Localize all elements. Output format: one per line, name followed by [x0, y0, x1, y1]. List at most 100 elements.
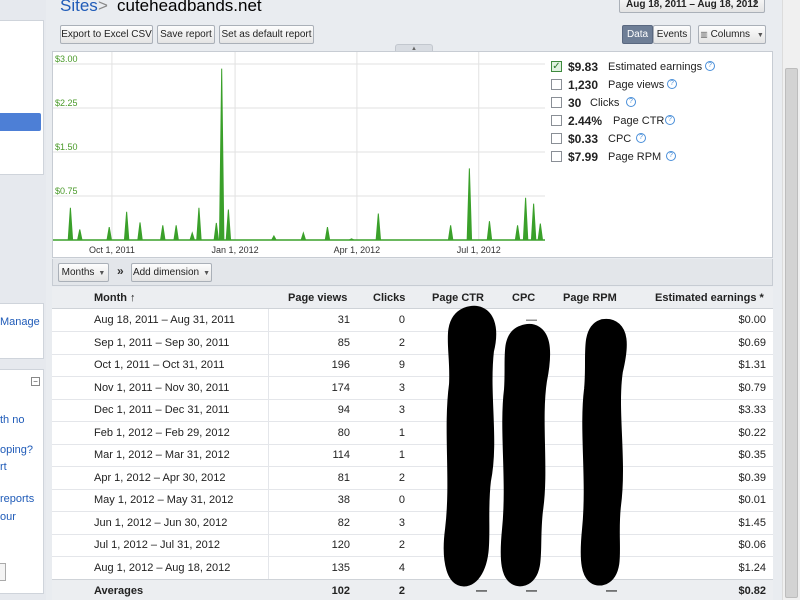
legend-value: 30 — [568, 96, 582, 110]
period-dropdown[interactable]: Months ▼ — [58, 263, 109, 282]
cell-page-views: 31 — [337, 314, 350, 326]
cell-estimated-earnings: $1.31 — [738, 359, 766, 371]
help-icon[interactable]: ? — [705, 61, 715, 71]
cell-month: May 1, 2012 – May 31, 2012 — [94, 494, 234, 506]
chevron-down-icon: ▼ — [756, 32, 764, 39]
left-sidebar: Manage − th no oping? rt reports our — [0, 0, 46, 600]
add-dimension-dropdown[interactable]: Add dimension ▼ — [131, 263, 212, 282]
cell-estimated-earnings: $0.00 — [738, 314, 766, 326]
cell-month: Mar 1, 2012 – Mar 31, 2012 — [94, 449, 230, 461]
table-row: Nov 1, 2011 – Nov 30, 2011 174 3 $0.79 — [52, 377, 773, 400]
data-view-tab[interactable]: Data — [622, 25, 653, 44]
cell-page-views: 85 — [337, 336, 350, 349]
manage-link[interactable]: Manage — [0, 316, 40, 328]
legend-label: Estimated earnings — [608, 61, 703, 73]
averages-estimated-earnings: $0.82 — [738, 585, 766, 597]
checkbox[interactable]: ✓ — [551, 61, 562, 72]
help-link-2[interactable]: oping? — [0, 444, 33, 456]
cell-page-views: 120 — [331, 539, 350, 551]
column-header-page-views[interactable]: Page views — [288, 292, 347, 304]
period-label: Months — [61, 267, 95, 278]
table-row: Aug 18, 2011 – Aug 31, 2011 31 0 — $0.00 — [52, 309, 773, 332]
column-header-month[interactable]: Month ↑ — [94, 292, 136, 304]
column-header-page-rpm[interactable]: Page RPM — [563, 292, 617, 304]
table-row: Aug 1, 2012 – Aug 18, 2012 135 4 $1.24 — [52, 557, 773, 580]
column-header-estimated-earnings[interactable]: Estimated earnings * — [655, 292, 764, 304]
help-icon[interactable]: ? — [626, 97, 636, 107]
column-header-cpc[interactable]: CPC — [512, 292, 535, 304]
breadcrumb-sites-link[interactable]: Sites — [60, 0, 98, 16]
cell-page-views: 94 — [337, 404, 350, 416]
cell-month: Feb 1, 2012 – Feb 29, 2012 — [94, 426, 230, 439]
help-icon[interactable]: ? — [667, 79, 677, 89]
checkbox[interactable] — [551, 79, 562, 90]
cell-clicks: 1 — [398, 449, 405, 461]
sidebar-manage-panel — [0, 303, 44, 359]
chart-panel: $0.75 $1.50 $2.25 $3.00 Oct 1, 2011 Jan 1, 20… — [52, 51, 773, 258]
cell-estimated-earnings: $0.79 — [738, 381, 766, 394]
sidebar-help-panel — [0, 369, 44, 594]
cell-estimated-earnings: $1.45 — [738, 516, 766, 529]
checkbox[interactable] — [551, 115, 562, 126]
cell-clicks: 2 — [398, 539, 405, 551]
page-scrollbar[interactable] — [782, 0, 800, 600]
help-link-4[interactable]: reports — [0, 493, 34, 505]
help-link-3[interactable]: rt — [0, 461, 7, 473]
x-tick-label: Oct 1, 2011 — [89, 245, 135, 255]
set-default-report-button[interactable]: Set as default report — [219, 25, 314, 44]
sidebar-button[interactable] — [0, 563, 6, 581]
cell-month: Apr 1, 2012 – Apr 30, 2012 — [94, 471, 226, 484]
help-icon[interactable]: ? — [636, 133, 646, 143]
averages-page-views: 102 — [331, 585, 350, 597]
column-header-clicks[interactable]: Clicks — [373, 292, 405, 304]
data-point-spike — [522, 197, 529, 241]
chevron-down-icon: ▼ — [203, 270, 211, 277]
help-link-5[interactable]: our — [0, 511, 16, 523]
cell-clicks: 3 — [398, 381, 405, 394]
data-point-spike — [375, 213, 382, 241]
events-view-tab[interactable]: Events — [653, 25, 691, 44]
adsense-report-window: Manage − th no oping? rt reports our Sit… — [0, 0, 800, 600]
table-row: Mar 1, 2012 – Mar 31, 2012 114 1 $0.35 — [52, 444, 773, 467]
sort-asc-icon: ↑ — [130, 292, 136, 304]
data-point-spike — [349, 238, 354, 241]
data-point-spike — [76, 229, 83, 241]
cell-clicks: 0 — [398, 494, 405, 506]
checkbox[interactable] — [551, 133, 562, 144]
cell-clicks: 3 — [398, 404, 405, 416]
checkbox[interactable] — [551, 151, 562, 162]
cell-month: Aug 1, 2012 – Aug 18, 2012 — [94, 561, 231, 574]
x-tick-label: Apr 1, 2012 — [334, 245, 381, 255]
table-row: May 1, 2012 – May 31, 2012 38 0 $0.01 — [52, 489, 773, 512]
legend-label: Clicks — [590, 97, 620, 109]
cell-page-views: 81 — [337, 471, 350, 484]
columns-label: Columns — [710, 29, 751, 40]
cell-page-views: 135 — [331, 561, 350, 574]
scrollbar-thumb[interactable] — [785, 68, 798, 598]
save-report-button[interactable]: Save report — [157, 25, 215, 44]
columns-button[interactable]: ▥ Columns ▼ — [698, 25, 766, 44]
help-link-1[interactable]: th no — [0, 414, 24, 426]
averages-page-rpm: — — [606, 585, 617, 597]
data-point-spike — [514, 225, 521, 241]
table-row: Apr 1, 2012 – Apr 30, 2012 81 2 $0.39 — [52, 467, 773, 490]
checkbox[interactable] — [551, 97, 562, 108]
data-point-spike — [137, 222, 143, 241]
sidebar-selected-item[interactable] — [0, 113, 41, 131]
column-header-page-ctr[interactable]: Page CTR — [432, 292, 484, 304]
data-point-spike — [466, 168, 473, 241]
chevron-down-icon: ▼ — [98, 270, 106, 277]
cell-page-views: 196 — [331, 359, 350, 371]
export-csv-button[interactable]: Export to Excel CSV — [60, 25, 153, 44]
help-icon[interactable]: ? — [665, 115, 675, 125]
cell-page-views: 82 — [337, 516, 350, 529]
date-range-picker[interactable]: Aug 18, 2011 – Aug 18, 2012 ▼ — [619, 0, 765, 13]
cell-estimated-earnings: $0.22 — [738, 426, 766, 439]
x-tick-label: Jan 1, 2012 — [212, 245, 259, 255]
help-icon[interactable]: ? — [666, 151, 676, 161]
cell-clicks: 0 — [398, 314, 405, 326]
legend-value: $0.33 — [568, 132, 599, 146]
collapse-icon[interactable]: − — [31, 377, 40, 386]
averages-page-ctr: — — [476, 585, 487, 597]
cell-month: Jun 1, 2012 – Jun 30, 2012 — [94, 516, 228, 529]
